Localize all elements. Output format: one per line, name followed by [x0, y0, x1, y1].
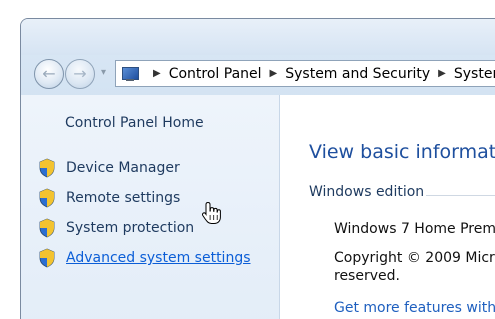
arrow-right-icon: → [73, 64, 87, 83]
hand-cursor-icon [201, 201, 221, 224]
main-content: View basic informatio Windows edition Wi… [280, 95, 495, 319]
breadcrumb-separator-icon[interactable]: ▶ [270, 68, 278, 79]
section-heading: Windows edition [309, 184, 425, 200]
sidebar-item-label: Advanced system settings [66, 250, 251, 266]
arrow-left-icon: ← [42, 64, 56, 83]
sidebar-item-label: Device Manager [66, 160, 180, 176]
recent-pages-dropdown[interactable]: ▾ [101, 67, 106, 78]
uac-shield-icon [39, 158, 55, 178]
control-panel-home-link[interactable]: Control Panel Home [65, 115, 204, 131]
uac-shield-icon [39, 218, 55, 238]
breadcrumb-system[interactable]: System [454, 66, 495, 82]
copyright-text-continued: reserved. [334, 268, 400, 284]
sidebar-item-remote-settings[interactable]: Remote settings [38, 188, 180, 208]
page-title: View basic informatio [309, 141, 495, 163]
sidebar-item-advanced-system-settings[interactable]: Advanced system settings [38, 248, 251, 268]
navigation-bar: ← → ▾ ▶ Control Panel ▶ System and Secur… [21, 55, 495, 95]
back-button[interactable]: ← [34, 59, 64, 89]
breadcrumb-control-panel[interactable]: Control Panel [169, 66, 262, 82]
sidebar-item-device-manager[interactable]: Device Manager [38, 158, 180, 178]
breadcrumb-separator-icon[interactable]: ▶ [153, 68, 161, 79]
forward-button[interactable]: → [65, 59, 95, 89]
control-panel-icon [121, 66, 139, 82]
address-bar[interactable]: ▶ Control Panel ▶ System and Security ▶ … [115, 60, 495, 87]
copyright-text: Copyright © 2009 Micros [334, 250, 495, 266]
task-pane: Control Panel Home Device Manager Remote… [21, 95, 280, 319]
uac-shield-icon [39, 188, 55, 208]
breadcrumb-system-and-security[interactable]: System and Security [285, 66, 430, 82]
breadcrumb-separator-icon[interactable]: ▶ [438, 68, 446, 79]
get-more-features-link[interactable]: Get more features with a [334, 300, 495, 316]
explorer-window: ← → ▾ ▶ Control Panel ▶ System and Secur… [20, 18, 495, 319]
sidebar-item-system-protection[interactable]: System protection [38, 218, 194, 238]
uac-shield-icon [39, 248, 55, 268]
title-bar [21, 19, 495, 55]
windows-edition-value: Windows 7 Home Premiu [334, 221, 495, 237]
sidebar-item-label: Remote settings [66, 190, 181, 206]
sidebar-item-label: System protection [66, 220, 195, 236]
section-divider [426, 195, 495, 196]
